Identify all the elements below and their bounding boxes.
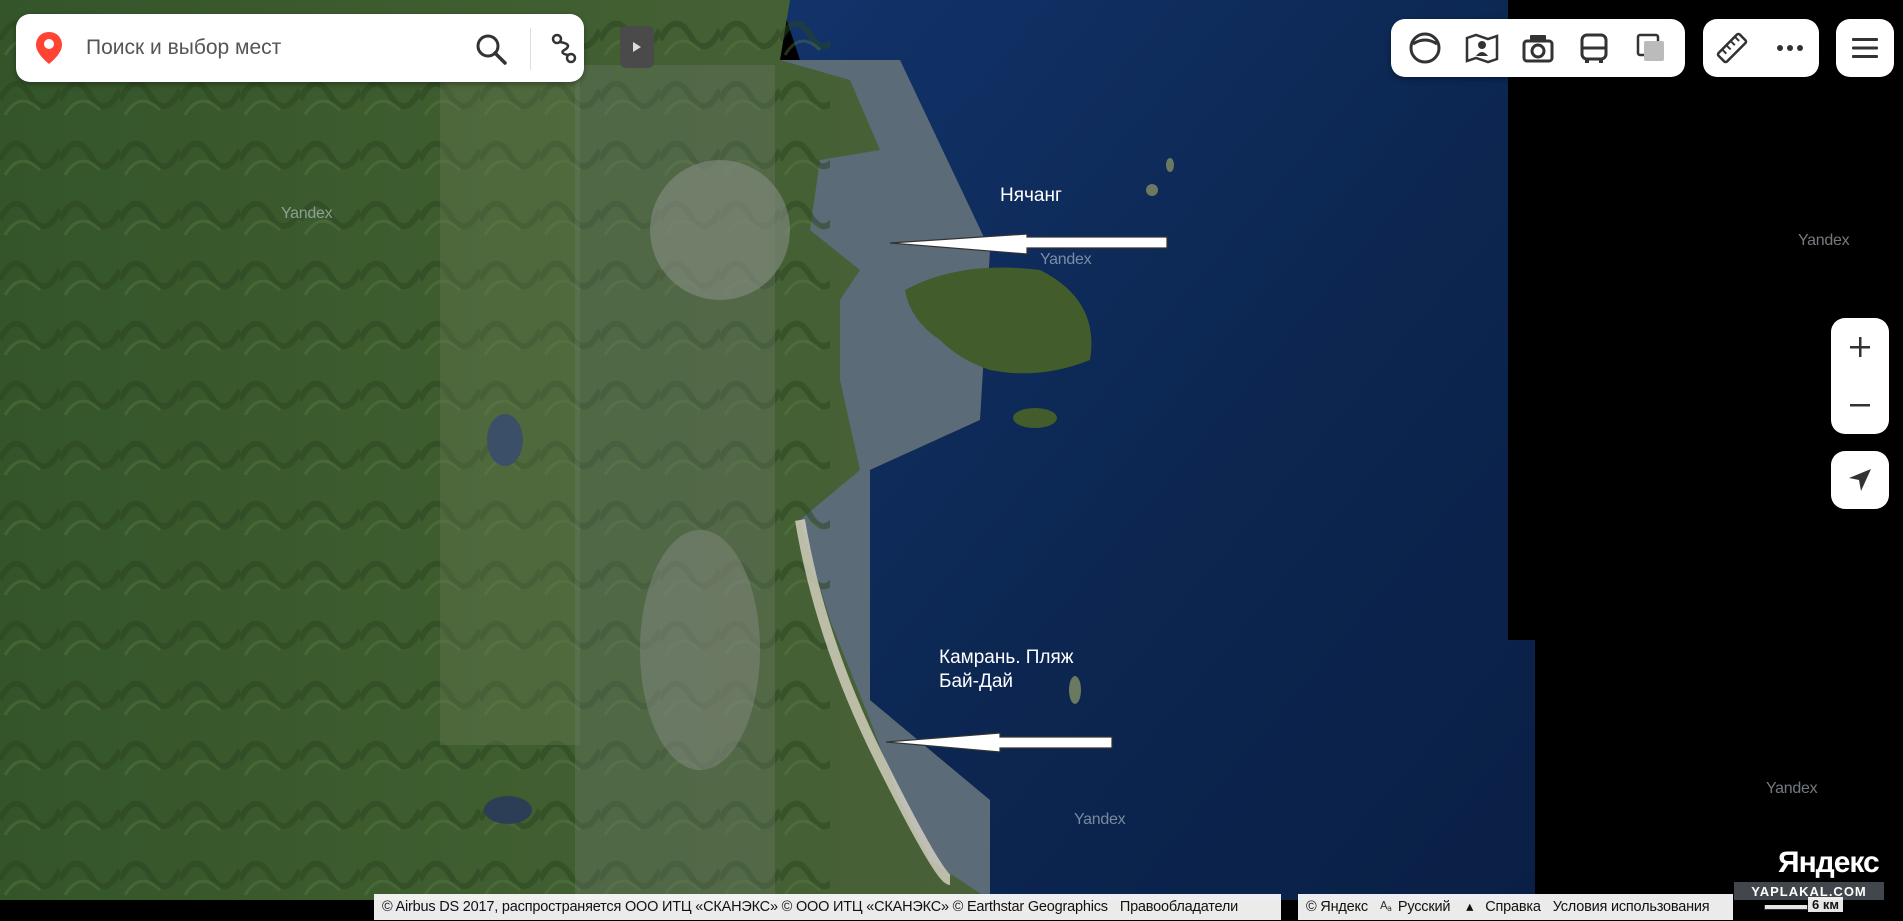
- svg-text:a: a: [1387, 904, 1392, 912]
- scale-label: 6 км: [1808, 897, 1843, 912]
- plus-icon: [1850, 337, 1870, 357]
- attribution-bar: © Airbus DS 2017, распространяется ООО И…: [374, 894, 1281, 920]
- menu-icon: [1852, 38, 1878, 58]
- copyright-owners-link[interactable]: Правообладатели: [1120, 899, 1238, 915]
- menu-button[interactable]: [1836, 19, 1894, 77]
- divider: [530, 28, 531, 70]
- attribution-sources: © Airbus DS 2017, распространяется ООО И…: [382, 899, 1108, 915]
- language-selector[interactable]: Русский ▴: [1397, 899, 1474, 915]
- location-pin-icon: [34, 30, 64, 66]
- camera-icon: [1522, 35, 1554, 63]
- yandex-logo[interactable]: Яндекс: [1778, 846, 1880, 880]
- footer-links: © Яндекс Aa Русский ▴ Справка Условия ис…: [1298, 894, 1733, 920]
- pano-icon: [1409, 32, 1441, 64]
- search-bar: [16, 14, 584, 82]
- watermark: Yandex: [281, 205, 333, 222]
- play-arrow-icon: [633, 42, 641, 52]
- watermark: Yandex: [1766, 780, 1818, 797]
- more-icon: [1777, 45, 1803, 51]
- zoom-out-button[interactable]: [1831, 376, 1889, 434]
- language-icon: Aa: [1380, 898, 1394, 916]
- help-link[interactable]: Справка: [1485, 899, 1541, 915]
- label-cam-ranh-line2: Бай-Дай: [939, 671, 1014, 692]
- route-icon[interactable]: [546, 30, 582, 66]
- search-input[interactable]: [84, 35, 448, 61]
- scale-bar: [1764, 905, 1808, 910]
- pano-button[interactable]: [1403, 26, 1447, 70]
- zoom-controls: [1831, 318, 1889, 434]
- watermark: Yandex: [1798, 232, 1850, 249]
- map-imagery: [0, 0, 1903, 921]
- label-cam-ranh: Камрань. Пляж Бай-Дай: [939, 646, 1074, 694]
- map-selection-button[interactable]: [1460, 26, 1504, 70]
- navigation-arrow-icon: [1849, 469, 1871, 491]
- layers-icon: [1636, 33, 1664, 61]
- transport-button[interactable]: [1572, 26, 1616, 70]
- minus-icon: [1850, 404, 1870, 407]
- language-label: Русский: [1397, 899, 1451, 915]
- search-icon[interactable]: [474, 32, 508, 66]
- tools-toolbar: [1703, 19, 1819, 77]
- watermark: Yandex: [1040, 251, 1092, 268]
- collapse-panel-button[interactable]: [620, 26, 654, 68]
- my-location-button[interactable]: [1831, 451, 1889, 509]
- zoom-in-button[interactable]: [1831, 318, 1889, 376]
- ruler-button[interactable]: [1710, 26, 1754, 70]
- label-nha-trang: Нячанг: [1000, 185, 1062, 206]
- more-button[interactable]: [1768, 26, 1812, 70]
- yandex-copyright: © Яндекс: [1306, 899, 1368, 915]
- bus-icon: [1580, 33, 1608, 63]
- photo-button[interactable]: [1516, 26, 1560, 70]
- layers-button[interactable]: [1629, 26, 1673, 70]
- watermark: Yandex: [1074, 811, 1126, 828]
- terms-link[interactable]: Условия использования: [1553, 899, 1710, 915]
- label-cam-ranh-line1: Камрань. Пляж: [939, 647, 1074, 668]
- layers-toolbar: [1391, 19, 1685, 77]
- satellite-map[interactable]: Yandex Yandex Yandex Yandex Yandex Нячан…: [0, 0, 1903, 921]
- ruler-icon: [1716, 32, 1748, 64]
- map-selection-icon: [1465, 33, 1498, 64]
